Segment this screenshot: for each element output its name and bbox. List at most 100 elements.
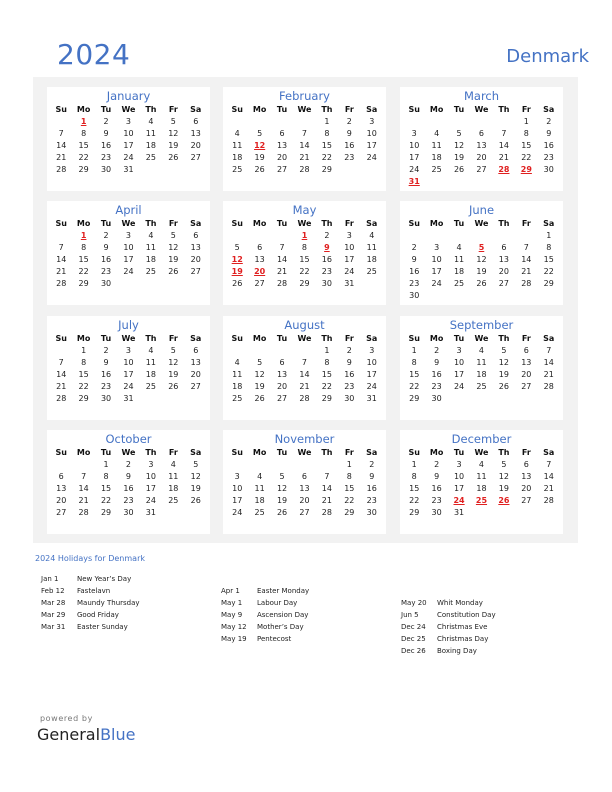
holiday-day-cell[interactable]: 25 <box>470 495 492 507</box>
day-cell[interactable]: 28 <box>293 393 315 405</box>
day-cell[interactable]: 11 <box>140 242 162 254</box>
day-cell[interactable]: 29 <box>316 393 338 405</box>
day-cell[interactable]: 18 <box>226 381 248 393</box>
day-cell[interactable]: 19 <box>162 140 184 152</box>
day-cell[interactable]: 4 <box>226 357 248 369</box>
day-cell[interactable]: 4 <box>248 471 270 483</box>
holiday-day-cell[interactable]: 24 <box>448 495 470 507</box>
day-cell[interactable]: 17 <box>140 483 162 495</box>
day-cell[interactable]: 6 <box>248 242 270 254</box>
day-cell[interactable]: 22 <box>538 266 560 278</box>
day-cell[interactable]: 20 <box>293 495 315 507</box>
day-cell[interactable]: 16 <box>117 483 139 495</box>
day-cell[interactable]: 1 <box>338 459 360 471</box>
day-cell[interactable]: 16 <box>425 483 447 495</box>
day-cell[interactable]: 10 <box>226 483 248 495</box>
day-cell[interactable]: 24 <box>338 266 360 278</box>
day-cell[interactable]: 10 <box>425 254 447 266</box>
day-cell[interactable]: 22 <box>72 266 94 278</box>
day-cell[interactable]: 23 <box>338 381 360 393</box>
day-cell[interactable]: 20 <box>470 152 492 164</box>
day-cell[interactable]: 20 <box>515 369 537 381</box>
day-cell[interactable]: 1 <box>403 345 425 357</box>
day-cell[interactable]: 4 <box>226 128 248 140</box>
day-cell[interactable]: 13 <box>185 357 207 369</box>
day-cell[interactable]: 15 <box>316 369 338 381</box>
day-cell[interactable]: 23 <box>403 278 425 290</box>
day-cell[interactable]: 24 <box>361 381 383 393</box>
day-cell[interactable]: 7 <box>538 345 560 357</box>
day-cell[interactable]: 31 <box>140 507 162 519</box>
day-cell[interactable]: 28 <box>515 278 537 290</box>
day-cell[interactable]: 27 <box>50 507 72 519</box>
day-cell[interactable]: 18 <box>361 254 383 266</box>
day-cell[interactable]: 5 <box>248 357 270 369</box>
day-cell[interactable]: 15 <box>403 369 425 381</box>
day-cell[interactable]: 14 <box>50 369 72 381</box>
day-cell[interactable]: 24 <box>117 381 139 393</box>
day-cell[interactable]: 22 <box>403 381 425 393</box>
day-cell[interactable]: 4 <box>140 116 162 128</box>
day-cell[interactable]: 17 <box>117 140 139 152</box>
day-cell[interactable]: 28 <box>538 381 560 393</box>
day-cell[interactable]: 8 <box>95 471 117 483</box>
day-cell[interactable]: 4 <box>448 242 470 254</box>
day-cell[interactable]: 26 <box>470 278 492 290</box>
day-cell[interactable]: 12 <box>162 128 184 140</box>
day-cell[interactable]: 27 <box>293 507 315 519</box>
day-cell[interactable]: 17 <box>403 152 425 164</box>
day-cell[interactable]: 6 <box>50 471 72 483</box>
day-cell[interactable]: 6 <box>493 242 515 254</box>
day-cell[interactable]: 19 <box>162 254 184 266</box>
day-cell[interactable]: 17 <box>117 369 139 381</box>
day-cell[interactable]: 14 <box>316 483 338 495</box>
day-cell[interactable]: 18 <box>248 495 270 507</box>
day-cell[interactable]: 2 <box>361 459 383 471</box>
day-cell[interactable]: 20 <box>50 495 72 507</box>
day-cell[interactable]: 6 <box>470 128 492 140</box>
day-cell[interactable]: 17 <box>226 495 248 507</box>
day-cell[interactable]: 7 <box>50 242 72 254</box>
day-cell[interactable]: 23 <box>538 152 560 164</box>
day-cell[interactable]: 27 <box>271 164 293 176</box>
day-cell[interactable]: 26 <box>162 381 184 393</box>
day-cell[interactable]: 14 <box>538 471 560 483</box>
holiday-day-cell[interactable]: 20 <box>248 266 270 278</box>
day-cell[interactable]: 26 <box>448 164 470 176</box>
day-cell[interactable]: 7 <box>293 128 315 140</box>
holiday-day-cell[interactable]: 1 <box>72 230 94 242</box>
day-cell[interactable]: 10 <box>448 471 470 483</box>
day-cell[interactable]: 14 <box>538 357 560 369</box>
day-cell[interactable]: 23 <box>425 495 447 507</box>
day-cell[interactable]: 19 <box>493 483 515 495</box>
day-cell[interactable]: 18 <box>448 266 470 278</box>
day-cell[interactable]: 28 <box>316 507 338 519</box>
day-cell[interactable]: 25 <box>162 495 184 507</box>
day-cell[interactable]: 14 <box>50 140 72 152</box>
day-cell[interactable]: 29 <box>95 507 117 519</box>
day-cell[interactable]: 19 <box>185 483 207 495</box>
day-cell[interactable]: 21 <box>271 266 293 278</box>
day-cell[interactable]: 25 <box>470 381 492 393</box>
day-cell[interactable]: 30 <box>95 278 117 290</box>
day-cell[interactable]: 9 <box>95 242 117 254</box>
day-cell[interactable]: 15 <box>338 483 360 495</box>
day-cell[interactable]: 20 <box>493 266 515 278</box>
day-cell[interactable]: 23 <box>117 495 139 507</box>
day-cell[interactable]: 20 <box>271 152 293 164</box>
day-cell[interactable]: 10 <box>361 128 383 140</box>
day-cell[interactable]: 9 <box>338 128 360 140</box>
day-cell[interactable]: 14 <box>293 369 315 381</box>
day-cell[interactable]: 3 <box>448 459 470 471</box>
day-cell[interactable]: 6 <box>185 116 207 128</box>
day-cell[interactable]: 5 <box>185 459 207 471</box>
day-cell[interactable]: 21 <box>515 266 537 278</box>
day-cell[interactable]: 2 <box>425 459 447 471</box>
holiday-day-cell[interactable]: 1 <box>72 116 94 128</box>
day-cell[interactable]: 3 <box>403 128 425 140</box>
day-cell[interactable]: 8 <box>293 242 315 254</box>
day-cell[interactable]: 29 <box>316 164 338 176</box>
day-cell[interactable]: 9 <box>95 128 117 140</box>
day-cell[interactable]: 16 <box>361 483 383 495</box>
day-cell[interactable]: 3 <box>226 471 248 483</box>
